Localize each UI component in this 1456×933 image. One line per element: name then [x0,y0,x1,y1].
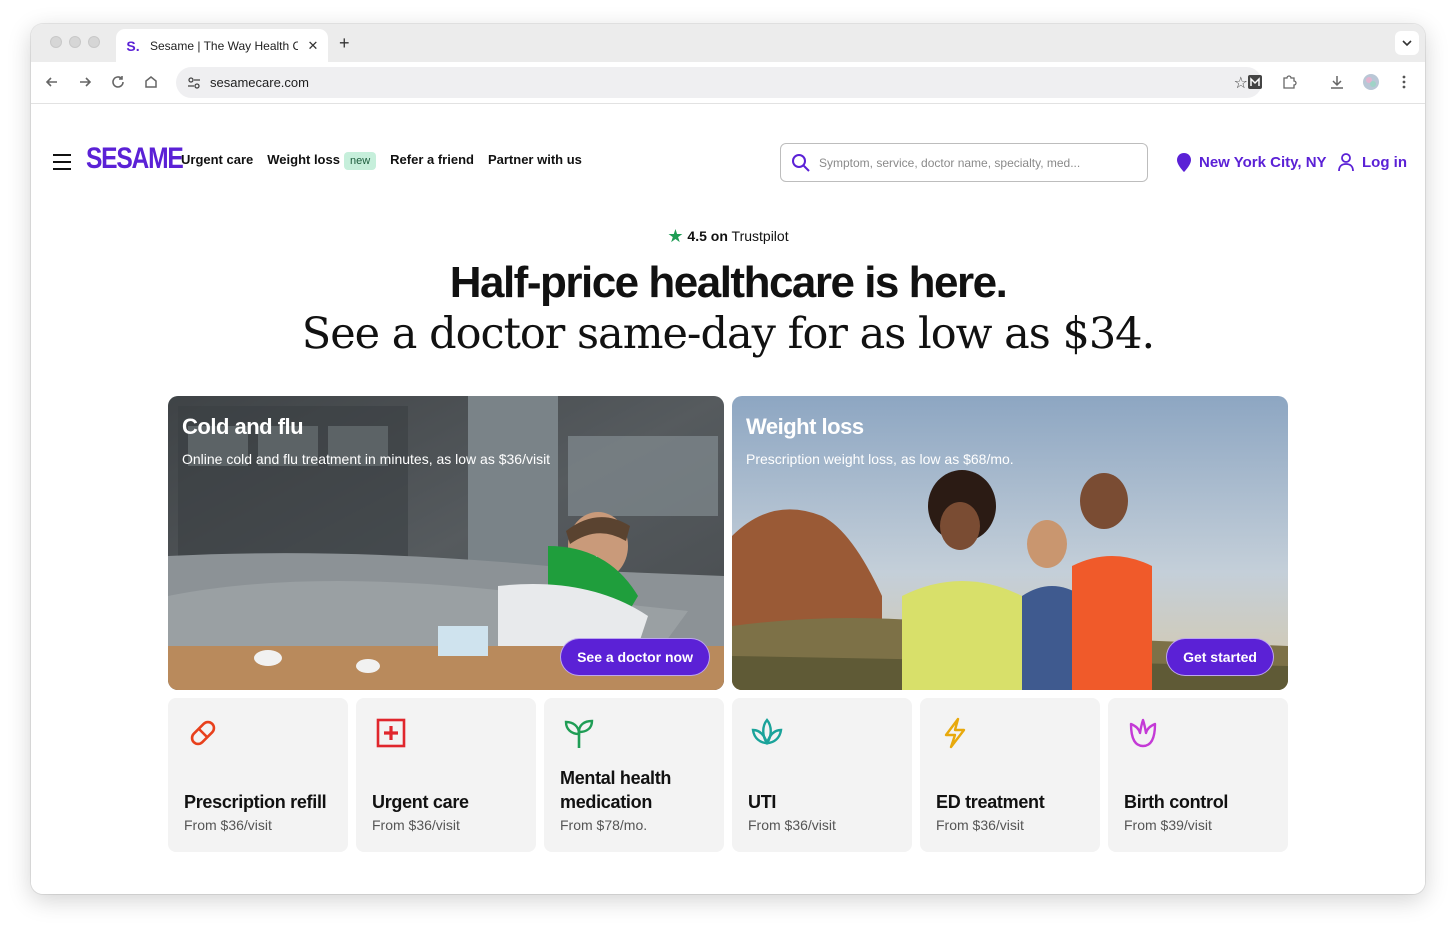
new-tab-button[interactable]: + [339,33,350,54]
service-price: From $36/visit [184,817,272,833]
profile-avatar-icon[interactable] [1362,73,1380,91]
feature-card-weight-loss[interactable]: Weight loss Prescription weight loss, as… [732,396,1288,690]
service-name: Prescription refill [184,792,327,812]
service-tile-ed-treatment[interactable]: ED treatment From $36/visit [920,698,1100,852]
location-pin-icon [1177,153,1191,172]
tab-search-icon[interactable] [1395,31,1419,55]
favicon-icon: S. [126,37,140,54]
trustpilot-rating: ★ 4.5 on Trustpilot [31,226,1425,247]
hero-subheadline: See a doctor same-day for as low as $34. [301,309,1155,359]
address-bar[interactable]: sesamecare.com ☆ [176,67,1262,98]
service-price: From $36/visit [748,817,836,833]
hero-headline: Half-price healthcare is here. [449,258,1008,307]
back-icon[interactable] [42,72,62,92]
new-badge: new [343,152,377,170]
sesame-logo[interactable]: SESAME [86,142,184,176]
service-price: From $36/visit [372,817,460,833]
trustpilot-star-icon: ★ [667,226,684,246]
service-price: From $36/visit [936,817,1024,833]
rating-source: Trustpilot [731,228,789,244]
sprout-icon [564,719,594,748]
feature-description: Online cold and flu treatment in minutes… [182,451,551,467]
feature-description: Prescription weight loss, as low as $68/… [746,451,1014,467]
lotus-icon [751,718,783,746]
tulip-icon [1129,718,1157,748]
get-started-button[interactable]: Get started [1166,638,1274,676]
reload-icon[interactable] [108,72,128,92]
service-tile-birth-control[interactable]: Birth control From $39/visit [1108,698,1288,852]
service-tile-prescription-refill[interactable]: Prescription refill From $36/visit [168,698,348,852]
forward-icon[interactable] [75,72,95,92]
main-nav: Urgent care Weight loss new Refer a frien… [181,152,582,170]
location-selector[interactable]: New York City, NY [1177,153,1327,172]
home-icon[interactable] [141,72,161,92]
nav-weight-loss[interactable]: Weight loss new [267,152,377,170]
medical-cross-icon [376,718,406,748]
service-name: Birth control [1124,792,1229,812]
service-price: From $39/visit [1124,817,1212,833]
service-tile-mental-health[interactable]: Mental health medication From $78/mo. [544,698,724,852]
nav-refer-friend[interactable]: Refer a friend [390,152,474,167]
tab-strip: S. Sesame | The Way Health Car ✕ + [31,24,1425,62]
extensions-puzzle-icon[interactable] [1280,73,1298,91]
site-info-icon[interactable] [184,73,204,93]
zoom-window-button[interactable] [88,36,100,48]
extension-m-icon[interactable] [1246,73,1264,91]
service-name: ED treatment [936,792,1045,812]
nav-weight-loss-label: Weight loss [267,152,340,167]
close-window-button[interactable] [50,36,62,48]
browser-menu-icon[interactable] [1395,73,1413,91]
service-name: Mental health medication [560,768,672,812]
tab-title: Sesame | The Way Health Car [150,38,298,53]
minimize-window-button[interactable] [69,36,81,48]
nav-urgent-care[interactable]: Urgent care [181,152,253,167]
service-price: From $78/mo. [560,817,648,833]
feature-card-cold-flu[interactable]: Cold and flu Online cold and flu treatme… [168,396,724,690]
browser-window: S. Sesame | The Way Health Car ✕ + sesam… [31,24,1425,894]
search-placeholder: Symptom, service, doctor name, specialty… [819,155,1081,170]
user-icon [1338,153,1354,172]
download-icon[interactable] [1328,73,1346,91]
pill-icon [190,720,216,746]
nav-partner[interactable]: Partner with us [488,152,582,167]
feature-title: Cold and flu [182,414,304,439]
service-name: Urgent care [372,792,469,812]
feature-title: Weight loss [746,414,864,439]
rating-value: 4.5 on [687,228,728,244]
login-label: Log in [1362,154,1407,171]
hamburger-menu-icon[interactable] [53,154,71,175]
close-tab-icon[interactable]: ✕ [306,38,320,54]
service-name: UTI [748,792,777,812]
webpage: SESAME Urgent care Weight loss new Refer … [31,105,1425,894]
url-text: sesamecare.com [210,75,309,90]
search-icon [792,153,810,172]
see-doctor-now-button[interactable]: See a doctor now [560,638,710,676]
browser-toolbar: sesamecare.com ☆ [31,62,1425,104]
lightning-icon [944,717,966,749]
location-label: New York City, NY [1199,154,1327,171]
service-tile-uti[interactable]: UTI From $36/visit [732,698,912,852]
browser-tab[interactable]: S. Sesame | The Way Health Car ✕ [116,29,328,62]
search-input[interactable]: Symptom, service, doctor name, specialty… [780,143,1148,182]
service-tile-urgent-care[interactable]: Urgent care From $36/visit [356,698,536,852]
login-link[interactable]: Log in [1338,153,1407,172]
